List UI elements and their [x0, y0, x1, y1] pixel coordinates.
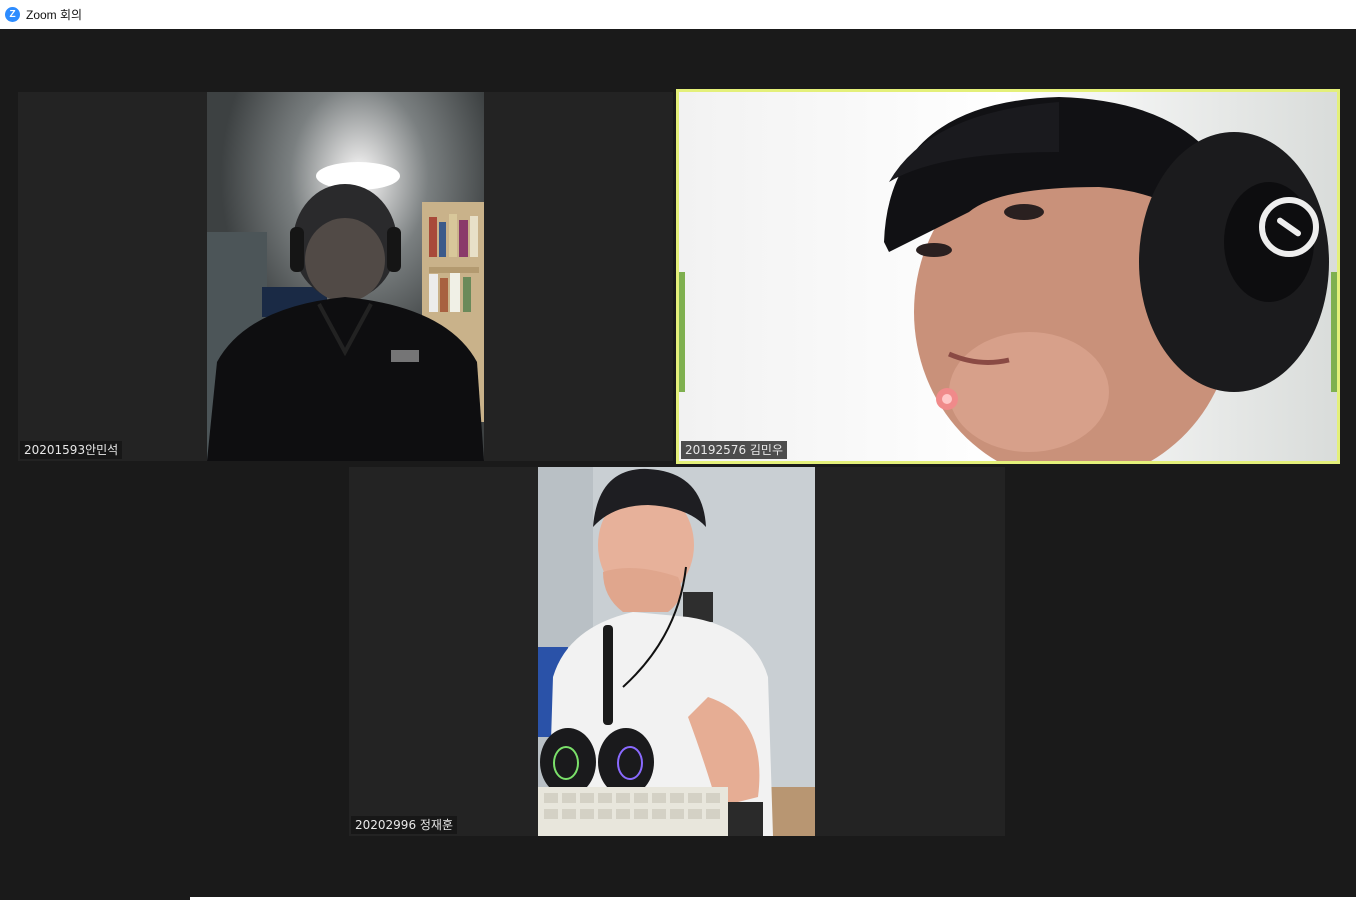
participant-video: [207, 92, 484, 461]
participant-video: [679, 92, 1337, 461]
participant-tile[interactable]: 20201593안민석: [18, 92, 673, 461]
participant-video: [538, 467, 815, 836]
participant-tile[interactable]: 20202996 정재훈: [349, 467, 1005, 836]
gallery-view: 20201593안민석 20192576 김민우 20202996 정재훈: [0, 29, 1356, 900]
window-title: Zoom 회의: [26, 8, 83, 22]
window-titlebar: Z Zoom 회의: [0, 0, 1356, 29]
participant-name: 20202996 정재훈: [351, 816, 458, 834]
participant-name: 20192576 김민우: [681, 441, 788, 459]
zoom-icon: Z: [5, 7, 20, 22]
participant-tile-active-speaker[interactable]: 20192576 김민우: [676, 89, 1340, 464]
participant-name: 20201593안민석: [20, 441, 123, 459]
